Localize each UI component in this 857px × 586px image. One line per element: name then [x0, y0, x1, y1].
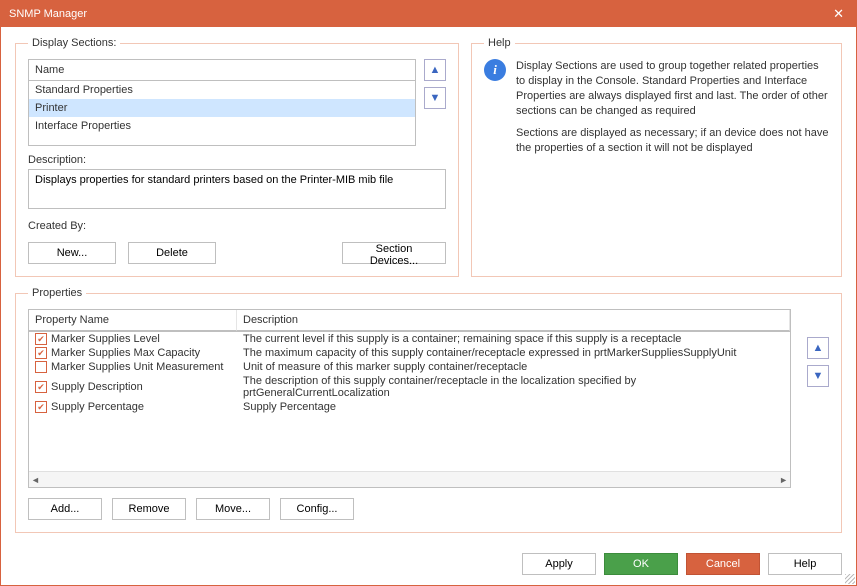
properties-group: Properties Property Name Description Mar… — [15, 287, 842, 533]
description-label: Description: — [28, 154, 446, 166]
property-name-header[interactable]: Property Name — [29, 310, 237, 331]
sections-table: Name Standard PropertiesPrinterInterface… — [28, 59, 416, 146]
dialog-footer: Apply OK Cancel Help — [1, 543, 856, 585]
config-button[interactable]: Config... — [280, 498, 354, 520]
section-row[interactable]: Standard Properties — [29, 81, 415, 99]
created-by-label: Created By: — [28, 220, 446, 232]
help-para-2: Sections are displayed as necessary; if … — [516, 126, 829, 156]
add-button[interactable]: Add... — [28, 498, 102, 520]
property-checkbox[interactable] — [35, 381, 47, 393]
chevron-up-icon: ▲ — [430, 64, 441, 76]
move-button[interactable]: Move... — [196, 498, 270, 520]
property-name: Marker Supplies Max Capacity — [51, 347, 200, 359]
ok-button[interactable]: OK — [604, 553, 678, 575]
chevron-down-icon: ▼ — [430, 92, 441, 104]
chevron-up-icon: ▲ — [813, 342, 824, 354]
window-title: SNMP Manager — [9, 8, 829, 20]
properties-legend: Properties — [28, 287, 86, 299]
dialog-content: Display Sections: Name Standard Properti… — [1, 27, 856, 543]
prop-move-up-button[interactable]: ▲ — [807, 337, 829, 359]
description-textarea[interactable] — [28, 169, 446, 209]
property-desc-header[interactable]: Description — [237, 310, 790, 331]
property-row[interactable]: Marker Supplies Unit Measurement Unit of … — [29, 360, 790, 374]
help-button[interactable]: Help — [768, 553, 842, 575]
cancel-button[interactable]: Cancel — [686, 553, 760, 575]
titlebar: SNMP Manager ✕ — [1, 1, 856, 27]
move-up-button[interactable]: ▲ — [424, 59, 446, 81]
property-desc: Supply Percentage — [237, 400, 790, 414]
section-row[interactable]: Printer — [29, 99, 415, 117]
info-icon: i — [484, 59, 506, 81]
new-button[interactable]: New... — [28, 242, 116, 264]
help-text: Display Sections are used to group toget… — [516, 59, 829, 164]
property-name: Marker Supplies Level — [51, 333, 160, 345]
property-desc: The current level if this supply is a co… — [237, 332, 790, 346]
properties-rows[interactable]: Marker Supplies Level The current level i… — [29, 332, 790, 471]
sections-list[interactable]: Standard PropertiesPrinterInterface Prop… — [29, 81, 415, 145]
help-para-1: Display Sections are used to group toget… — [516, 59, 829, 118]
help-group: Help i Display Sections are used to grou… — [471, 37, 842, 277]
property-checkbox[interactable] — [35, 401, 47, 413]
help-legend: Help — [484, 37, 515, 49]
property-desc: The maximum capacity of this supply cont… — [237, 346, 790, 360]
property-name: Supply Percentage — [51, 401, 144, 413]
remove-button[interactable]: Remove — [112, 498, 186, 520]
property-checkbox[interactable] — [35, 347, 47, 359]
property-row[interactable]: Marker Supplies Max Capacity The maximum … — [29, 346, 790, 360]
section-devices-button[interactable]: Section Devices... — [342, 242, 446, 264]
property-row[interactable]: Marker Supplies Level The current level i… — [29, 332, 790, 346]
close-icon[interactable]: ✕ — [829, 6, 848, 22]
display-sections-group: Display Sections: Name Standard Properti… — [15, 37, 459, 277]
property-checkbox[interactable] — [35, 361, 47, 373]
snmp-manager-dialog: SNMP Manager ✕ Display Sections: Name St… — [0, 0, 857, 586]
horizontal-scrollbar[interactable]: ◄► — [29, 471, 790, 487]
delete-button[interactable]: Delete — [128, 242, 216, 264]
properties-table: Property Name Description Marker Supplie… — [28, 309, 791, 488]
apply-button[interactable]: Apply — [522, 553, 596, 575]
chevron-down-icon: ▼ — [813, 370, 824, 382]
property-desc: Unit of measure of this marker supply co… — [237, 360, 790, 374]
property-name: Marker Supplies Unit Measurement — [51, 361, 223, 373]
property-name: Supply Description — [51, 381, 143, 393]
resize-grip[interactable] — [845, 574, 855, 584]
sections-name-header[interactable]: Name — [29, 60, 415, 81]
property-checkbox[interactable] — [35, 333, 47, 345]
property-row[interactable]: Supply Percentage Supply Percentage — [29, 400, 790, 414]
display-sections-legend: Display Sections: — [28, 37, 120, 49]
move-down-button[interactable]: ▼ — [424, 87, 446, 109]
property-desc: The description of this supply container… — [237, 374, 790, 400]
section-row[interactable]: Interface Properties — [29, 117, 415, 135]
prop-move-down-button[interactable]: ▼ — [807, 365, 829, 387]
property-row[interactable]: Supply Description The description of thi… — [29, 374, 790, 400]
